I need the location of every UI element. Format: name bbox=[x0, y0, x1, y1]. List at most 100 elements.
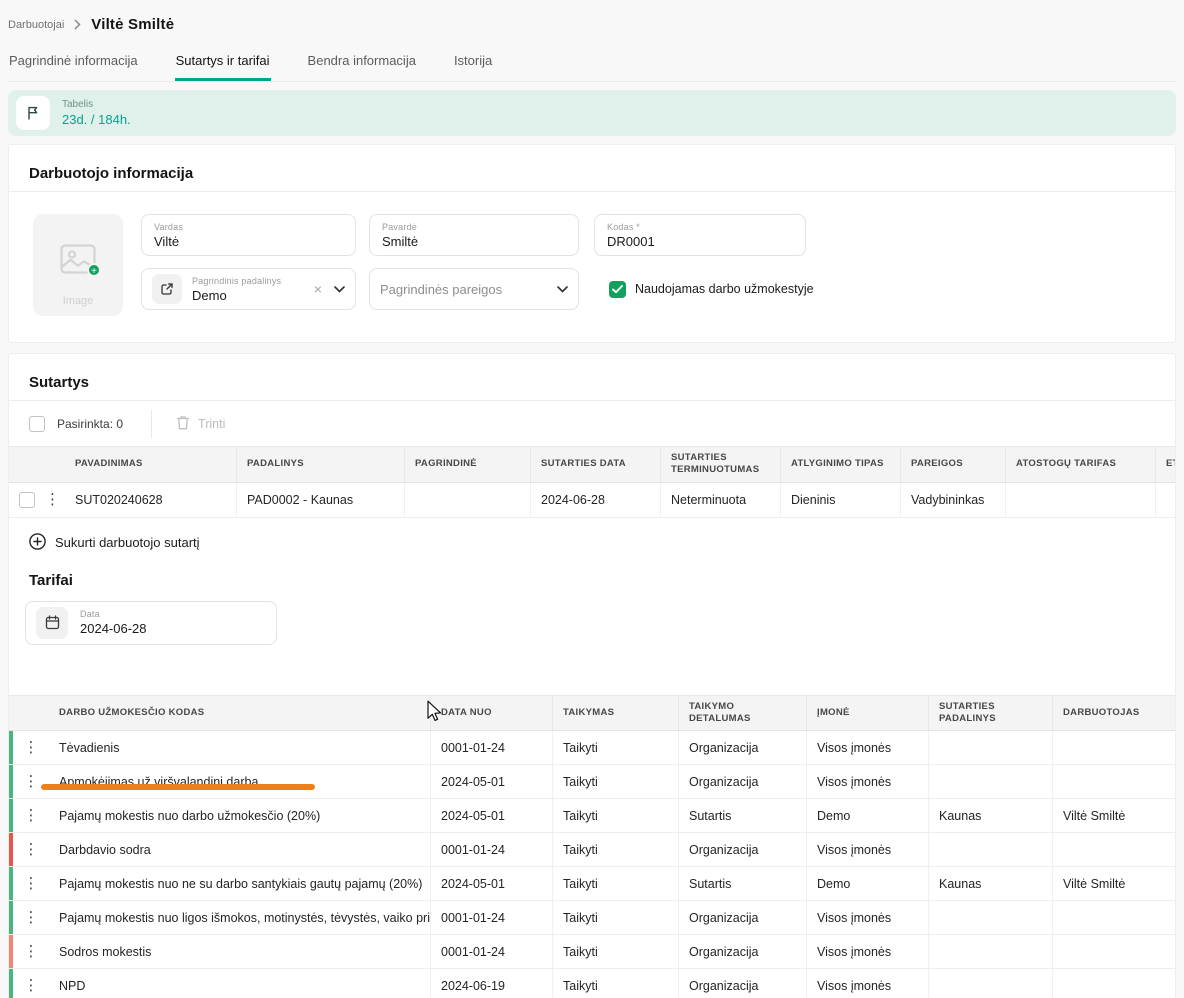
calendar-icon[interactable] bbox=[36, 607, 68, 639]
tariff-cell: Organizacija bbox=[679, 935, 807, 968]
create-contract-label: Sukurti darbuotojo sutartį bbox=[55, 535, 200, 550]
tariff-row[interactable]: ⋮Darbdavio sodra0001-01-24TaikytiOrganiz… bbox=[9, 833, 1175, 867]
tariff-date-text: Data 2024-06-28 bbox=[80, 609, 266, 636]
tariff-cell: Tėvadienis bbox=[49, 731, 431, 764]
contract-cell: SUT020240628 bbox=[65, 483, 237, 517]
delete-button[interactable]: Trinti bbox=[176, 415, 225, 433]
tariff-cell: Pajamų mokestis nuo ne su darbo santykia… bbox=[49, 867, 431, 900]
tariff-date-value: 2024-06-28 bbox=[80, 621, 266, 636]
first-name-field[interactable]: Vardas Viltė bbox=[141, 214, 356, 256]
tariff-row-menu: ⋮ bbox=[13, 969, 49, 998]
chevron-down-icon[interactable] bbox=[557, 286, 568, 293]
payroll-checkbox[interactable] bbox=[609, 281, 626, 298]
contracts-header-col: PAREIGOS bbox=[901, 447, 1006, 482]
tab-4[interactable]: Istorija bbox=[453, 43, 493, 81]
contracts-header-col: PAVADINIMAS bbox=[65, 447, 237, 482]
tariff-cell: Visos įmonės bbox=[807, 765, 929, 798]
chevron-right-icon bbox=[74, 19, 81, 30]
contract-cell bbox=[1156, 483, 1175, 517]
tariff-cell bbox=[1053, 935, 1175, 968]
tariff-cell: Sutartis bbox=[679, 799, 807, 832]
tab-3[interactable]: Bendra informacija bbox=[307, 43, 417, 81]
tariff-row[interactable]: ⋮Tėvadienis0001-01-24TaikytiOrganizacija… bbox=[9, 731, 1175, 765]
tariff-row[interactable]: ⋮ Pajamų mokestis nuo ligos išmokos, moti… bbox=[9, 901, 1175, 935]
contracts-header-col: PADALINYS bbox=[237, 447, 405, 482]
employee-section-title: Darbuotojo informacija bbox=[9, 145, 1175, 191]
tariff-cell bbox=[929, 969, 1053, 998]
tariff-row[interactable]: ⋮NPD2024-06-19TaikytiOrganizacijaVisos į… bbox=[9, 969, 1175, 998]
select-all-checkbox[interactable] bbox=[29, 416, 45, 432]
tabelis-banner[interactable]: Tabelis 23d. / 184h. bbox=[8, 90, 1176, 136]
tariff-row[interactable]: ⋮Apmokėjimas už viršvalandinį darbą2024-… bbox=[9, 765, 1175, 799]
tariff-cell bbox=[929, 765, 1053, 798]
last-name-label: Pavardė bbox=[382, 222, 566, 232]
tariff-cell: Viltė Smiltė bbox=[1053, 867, 1175, 900]
tariff-cell: Viltė Smiltė bbox=[1053, 799, 1175, 832]
chevron-down-icon[interactable] bbox=[334, 286, 345, 293]
tabelis-flag-icon bbox=[16, 96, 50, 130]
first-name-label: Vardas bbox=[154, 222, 343, 232]
contract-cell: Dieninis bbox=[781, 483, 901, 517]
tariff-cell: Demo bbox=[807, 867, 929, 900]
last-name-field[interactable]: Pavardė Smiltė bbox=[369, 214, 579, 256]
tariffs-header-col: DARBUOTOJAS bbox=[1053, 696, 1175, 731]
tariff-cell: Taikyti bbox=[553, 799, 679, 832]
external-link-icon[interactable] bbox=[152, 274, 182, 304]
tariff-cell: 2024-05-01 bbox=[431, 799, 553, 832]
row-menu-icon[interactable]: ⋮ bbox=[20, 738, 43, 757]
row-menu-icon[interactable]: ⋮ bbox=[20, 976, 43, 995]
contracts-header-col: ETA bbox=[1156, 447, 1175, 482]
tariff-cell: Pajamų mokestis nuo darbo užmokesčio (20… bbox=[49, 799, 431, 832]
contracts-section-title: Sutartys bbox=[9, 354, 1175, 400]
contract-row[interactable]: ⋮SUT020240628PAD0002 - Kaunas2024-06-28N… bbox=[9, 483, 1175, 518]
main-position-placeholder: Pagrindinės pareigos bbox=[380, 282, 502, 297]
main-position-select[interactable]: Pagrindinės pareigos bbox=[369, 268, 579, 310]
contracts-header-col: ATOSTOGŲ TARIFAS bbox=[1006, 447, 1156, 482]
employee-photo-upload[interactable]: + Image bbox=[33, 214, 123, 316]
tariff-cell: Kaunas bbox=[929, 799, 1053, 832]
row-menu-icon[interactable]: ⋮ bbox=[20, 806, 43, 825]
tariff-cell: Visos įmonės bbox=[807, 901, 929, 934]
page-title: Viltė Smiltė bbox=[91, 16, 174, 33]
row-menu-icon[interactable]: ⋮ bbox=[20, 908, 43, 927]
tariff-cell: Apmokėjimas už viršvalandinį darbą bbox=[49, 765, 431, 798]
contracts-header-col: ATLYGINIMO TIPAS bbox=[781, 447, 901, 482]
row-checkbox[interactable] bbox=[19, 492, 35, 508]
tariff-cell: Organizacija bbox=[679, 731, 807, 764]
add-photo-plus-icon: + bbox=[87, 263, 101, 277]
employee-code-field[interactable]: Kodas * DR0001 bbox=[594, 214, 806, 256]
tariffs-header-row: DARBO UŽMOKESČIO KODASDATA NUOTAIKYMASTA… bbox=[9, 695, 1175, 732]
employee-code-label: Kodas * bbox=[607, 222, 793, 232]
topbar: Darbuotojai Viltė Smiltė Pagrindinė info… bbox=[0, 0, 1184, 82]
tariff-date-field[interactable]: Data 2024-06-28 bbox=[25, 601, 277, 645]
tariff-cell bbox=[929, 901, 1053, 934]
tab-2[interactable]: Sutartys ir tarifai bbox=[175, 43, 271, 81]
tabelis-label: Tabelis bbox=[62, 99, 131, 110]
main-department-field[interactable]: Pagrindinis padalinys Demo × bbox=[141, 268, 356, 310]
employee-fields-row-1: Vardas Viltė Pavardė Smiltė Kodas * DR00… bbox=[141, 214, 814, 256]
tab-1[interactable]: Pagrindinė informacija bbox=[8, 43, 139, 81]
create-contract-button[interactable]: Sukurti darbuotojo sutartį bbox=[9, 518, 220, 562]
row-menu-icon[interactable]: ⋮ bbox=[41, 490, 64, 509]
contract-cell bbox=[405, 483, 531, 517]
tariff-cell bbox=[1053, 765, 1175, 798]
employee-info-card: Darbuotojo informacija + Image Vardas bbox=[8, 144, 1176, 343]
row-menu-icon[interactable]: ⋮ bbox=[20, 840, 43, 859]
row-menu-icon[interactable]: ⋮ bbox=[20, 772, 43, 791]
page: Darbuotojai Viltė Smiltė Pagrindinė info… bbox=[0, 0, 1184, 998]
delete-button-label: Trinti bbox=[198, 417, 225, 431]
tariff-cell: Pajamų mokestis nuo ligos išmokos, motin… bbox=[49, 901, 431, 934]
tariff-row[interactable]: ⋮Sodros mokestis0001-01-24TaikytiOrganiz… bbox=[9, 935, 1175, 969]
row-menu-icon[interactable]: ⋮ bbox=[20, 942, 43, 961]
row-menu-icon[interactable]: ⋮ bbox=[20, 874, 43, 893]
tariff-row[interactable]: ⋮ Pajamų mokestis nuo darbo užmokesčio (2… bbox=[9, 799, 1175, 833]
contracts-header-select bbox=[9, 447, 65, 482]
tariffs-header-select bbox=[9, 696, 49, 731]
trash-icon bbox=[176, 415, 190, 433]
tariff-cell bbox=[1053, 731, 1175, 764]
breadcrumb-parent-link[interactable]: Darbuotojai bbox=[8, 19, 64, 31]
clear-icon[interactable]: × bbox=[312, 281, 324, 297]
image-icon: + bbox=[60, 244, 96, 274]
tariff-cell: Taikyti bbox=[553, 731, 679, 764]
tariff-row[interactable]: ⋮ Pajamų mokestis nuo ne su darbo santyki… bbox=[9, 867, 1175, 901]
